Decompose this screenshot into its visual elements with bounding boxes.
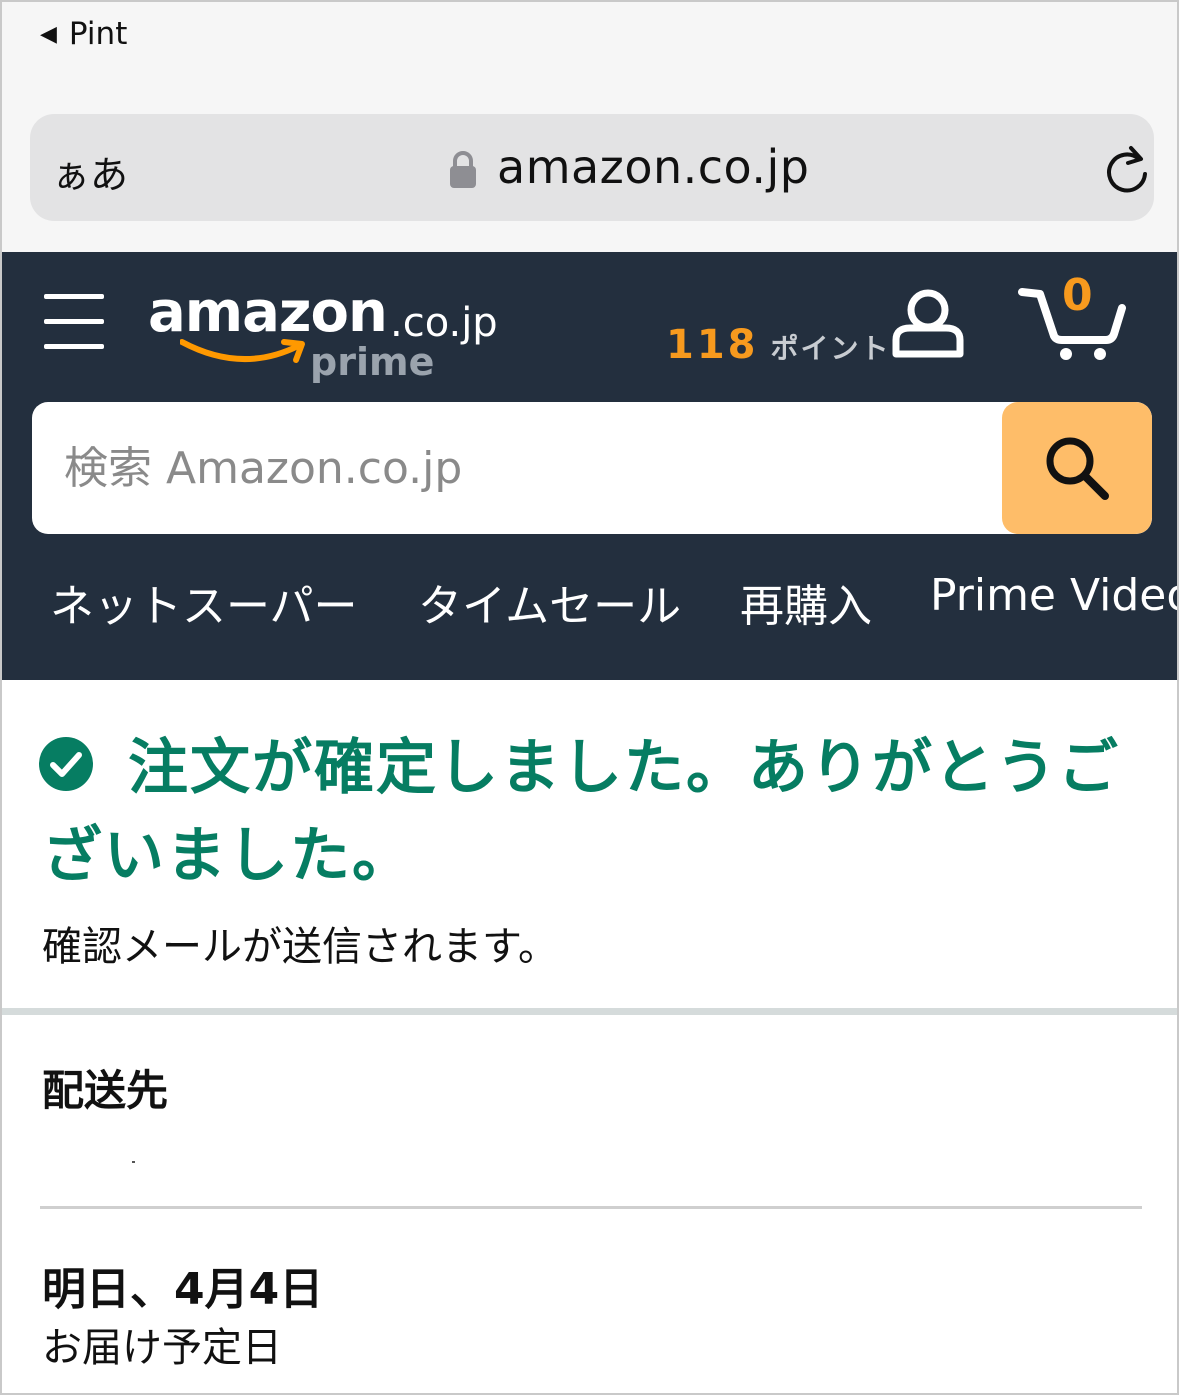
cart-count: 0	[1062, 270, 1093, 321]
lock-icon	[448, 150, 478, 194]
back-to-app-button[interactable]: ◀ Pint	[40, 16, 127, 52]
shipping-divider	[40, 1206, 1142, 1209]
page-frame: ◀ Pint ぁあ amazon.co.jp amazon .co.jp pri…	[0, 0, 1179, 1395]
logo-smile-icon	[180, 339, 305, 363]
url-domain[interactable]: amazon.co.jp	[497, 140, 809, 194]
amazon-logo[interactable]: amazon .co.jp prime	[148, 280, 508, 390]
amazon-header: amazon .co.jp prime 118 ポイント 0 検索 Amazon…	[2, 252, 1177, 680]
reload-icon[interactable]	[1102, 144, 1152, 200]
nav-item-prime-video[interactable]: Prime Video	[930, 570, 1177, 621]
logo-prime: prime	[310, 340, 435, 384]
search-bar	[32, 402, 1152, 534]
browser-chrome: ◀ Pint ぁあ amazon.co.jp	[2, 2, 1177, 252]
section-divider	[2, 1008, 1177, 1015]
nav-item-net-super[interactable]: ネットスーパー	[50, 570, 358, 634]
search-icon	[1046, 437, 1109, 500]
shipping-label: 配送先	[42, 1066, 169, 1115]
nav-item-time-sale[interactable]: タイムセール	[418, 570, 681, 634]
points-label: ポイント	[770, 332, 891, 365]
back-app-label: Pint	[68, 16, 128, 52]
menu-icon[interactable]	[44, 294, 104, 350]
points-value: 118	[666, 322, 759, 368]
search-button[interactable]	[1002, 402, 1152, 534]
confirmation-title: 注文が確定しました。ありがとうございました。	[42, 733, 1120, 891]
order-confirmation: 注文が確定しました。ありがとうございました。 確認メールが送信されます。	[2, 680, 1177, 1008]
points-balance[interactable]: 118 ポイント	[666, 322, 891, 368]
cart-button[interactable]: 0	[1018, 270, 1128, 364]
text-size-button[interactable]: ぁあ	[52, 144, 128, 199]
account-icon[interactable]	[890, 288, 966, 364]
nav-strip: ネットスーパー タイムセール 再購入 Prime Video	[2, 570, 1177, 640]
delivery-date-label: お届け予定日	[42, 1325, 282, 1371]
delivery-date: 明日、4月4日	[42, 1264, 324, 1315]
shipping-section: 配送先 明日、4月4日 お届け予定日	[2, 1015, 1177, 1393]
nav-item-rebuy[interactable]: 再購入	[740, 570, 872, 634]
confirmation-subtitle: 確認メールが送信されます。	[42, 924, 558, 970]
search-input[interactable]	[32, 402, 1002, 534]
address-placeholder	[132, 1161, 135, 1163]
address-bar[interactable]: ぁあ amazon.co.jp	[30, 114, 1154, 221]
back-triangle-icon: ◀	[40, 21, 57, 47]
